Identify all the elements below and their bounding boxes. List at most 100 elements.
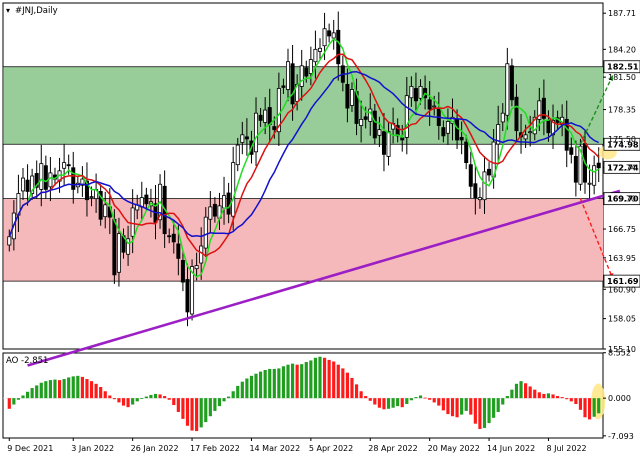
candle-body [381,131,386,155]
candle-body [258,114,263,121]
ao-bar [85,379,89,399]
ao-bar [103,391,107,399]
ao-bar [39,382,43,399]
candle-body [313,48,318,63]
ao-bar [117,398,121,403]
candle-body [363,116,368,120]
candle-body [468,164,473,187]
ao-bar [519,381,523,399]
candle-body [359,118,364,126]
candle-body [441,127,446,137]
ao-bar [386,398,391,409]
candle-body [62,162,67,169]
ao-bar [135,398,139,402]
ao-bar [313,357,318,399]
ao-bar [418,395,423,399]
ao-bar [441,398,445,411]
ao-bar [318,356,322,399]
candle-body [455,118,460,141]
candle-body [130,207,135,237]
ao-bar [30,388,34,399]
ao-bar [227,396,231,399]
ao-bar [450,398,455,417]
candle-body [418,86,423,99]
ao-bar [153,393,158,399]
ao-bar [204,398,208,423]
ao-bar [560,397,564,399]
candle-body [235,144,240,166]
candle-body [103,204,108,218]
ao-bar [510,389,514,399]
ao-bar [263,370,267,399]
ao-bar [455,398,459,418]
candle-body [413,88,418,102]
ao-bar [131,398,135,405]
ao-bar [537,392,541,399]
price-label: 172.74 [607,162,639,172]
support-zone [4,198,603,282]
candle-body [592,165,597,186]
ao-bar [62,379,66,399]
candle-body [199,245,204,264]
ao-bar [368,398,372,401]
candle-body [208,206,213,220]
ao-bar [254,373,258,399]
candle-body [500,112,505,123]
ao-bar [57,380,62,399]
ao-bar [350,377,354,399]
ao-bar [126,398,130,408]
ao-bar [80,376,84,399]
ao-bar [277,368,281,399]
candle-body [317,47,322,52]
ao-bar [245,378,249,399]
price-label: 161.69 [607,276,639,286]
ao-bar [396,398,400,407]
ao-bar [587,398,592,420]
ao-bar [501,398,505,405]
ao-bar [286,364,290,399]
ao-bar [236,385,240,399]
candle-body [222,195,227,209]
candle-body [226,192,231,215]
ao-bar [373,398,377,405]
chart-svg: 187.71184.20181.50178.35175.50172.74169.… [2,2,640,453]
ao-bar [190,398,194,431]
ao-bar [592,398,596,417]
candle-body [427,99,432,110]
candle-body [404,95,409,138]
candle-body [144,194,149,205]
candle-body [528,131,533,134]
candle-body [39,163,44,190]
candle-body [459,136,464,141]
ao-bar [44,381,48,399]
ao-bar [569,398,573,402]
ao-bar [217,398,222,407]
candle-body [327,30,332,37]
symbol-menu-icon: ▾ [6,6,10,15]
candle-body [185,279,190,313]
candle-body [473,183,478,199]
ao-bar [112,398,116,400]
x-tick-label: 8 Jul 2022 [546,444,586,453]
y-tick-label: 181.50 [608,73,636,82]
ao-bar [309,360,313,399]
candle-body [546,119,551,134]
ao-title: AO -2.851 [6,356,48,366]
candle-body [308,59,313,74]
x-tick-label: 28 Apr 2022 [368,444,417,453]
ao-bar [556,396,560,399]
candle-body [596,162,601,169]
candle-body [171,233,176,243]
candle-body [203,216,208,249]
ao-bar [167,398,171,400]
ao-bar [222,398,226,402]
ao-bar [332,361,336,399]
ao-bar [140,398,144,399]
ao-bar [35,385,39,399]
ao-bar [208,398,212,417]
ao-bar [487,398,491,424]
x-tick-label: 14 Mar 2022 [249,444,300,453]
candle-body [487,168,492,176]
ao-bar [48,380,52,399]
candle-body [116,233,121,273]
